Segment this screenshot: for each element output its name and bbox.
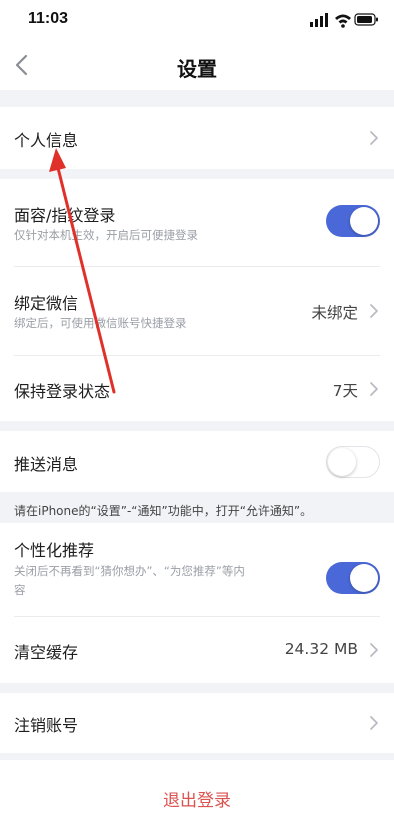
push-toggle[interactable]	[326, 446, 380, 478]
chevron-right-icon	[370, 716, 378, 730]
bind-wechat-value: 未绑定	[311, 304, 358, 322]
settings-screen: 11:03 设置 个人信息 面容/指纹登录 仅针对本机生效，开启后可便捷登录 绑…	[0, 0, 394, 815]
push-label: 推送消息	[14, 455, 79, 474]
recommend-label: 个性化推荐	[14, 541, 95, 560]
recommend-toggle[interactable]	[326, 562, 380, 594]
recommend-subtitle-line2: 容	[14, 583, 26, 597]
group-push: 推送消息	[0, 431, 394, 492]
group-personal: 个人信息	[0, 107, 394, 169]
face-login-toggle[interactable]	[326, 205, 380, 237]
signal-icon	[310, 13, 328, 27]
keep-login-value: 7天	[332, 382, 358, 400]
chevron-right-icon	[370, 382, 378, 396]
nav-bar: 设置	[0, 40, 394, 90]
page-title: 设置	[177, 57, 217, 81]
keep-login-label: 保持登录状态	[14, 382, 111, 401]
status-bar: 11:03	[0, 0, 394, 40]
row-cancel-account[interactable]: 注销账号	[0, 693, 394, 753]
cancel-account-label: 注销账号	[14, 716, 79, 735]
logout-button[interactable]: 退出登录	[0, 760, 394, 815]
group-account: 注销账号	[0, 693, 394, 753]
row-keep-login[interactable]: 保持登录状态 7天	[0, 356, 394, 421]
status-icons	[310, 13, 378, 28]
status-time: 11:03	[28, 10, 69, 27]
cache-label: 清空缓存	[14, 643, 79, 662]
face-login-subtitle: 仅针对本机生效，开启后可便捷登录	[14, 228, 198, 242]
row-push: 推送消息	[0, 431, 394, 492]
push-notice: 请在iPhone的“设置”-“通知”功能中，打开“允许通知”。	[14, 504, 313, 518]
row-personal-info[interactable]: 个人信息	[0, 107, 394, 169]
row-bind-wechat[interactable]: 绑定微信 绑定后，可使用微信账号快捷登录 未绑定	[0, 267, 394, 355]
face-login-label: 面容/指纹登录	[14, 206, 116, 225]
group-security: 面容/指纹登录 仅针对本机生效，开启后可便捷登录 绑定微信 绑定后，可使用微信账…	[0, 179, 394, 421]
battery-icon	[354, 13, 378, 26]
personal-info-label: 个人信息	[14, 131, 79, 150]
chevron-right-icon	[370, 304, 378, 318]
bind-wechat-label: 绑定微信	[14, 294, 79, 313]
cache-value: 24.32 MB	[284, 640, 358, 658]
wifi-icon	[335, 14, 351, 28]
row-face-login: 面容/指纹登录 仅针对本机生效，开启后可便捷登录	[0, 179, 394, 266]
group-misc: 个性化推荐 关闭后不再看到“猜你想办”、“为您推荐”等内 容 清空缓存 24.3…	[0, 523, 394, 683]
logout-label: 退出登录	[163, 791, 231, 811]
chevron-right-icon	[370, 131, 378, 145]
row-recommend: 个性化推荐 关闭后不再看到“猜你想办”、“为您推荐”等内 容	[0, 523, 394, 616]
chevron-right-icon	[370, 643, 378, 657]
bind-wechat-subtitle: 绑定后，可使用微信账号快捷登录	[14, 316, 187, 330]
recommend-subtitle-line1: 关闭后不再看到“猜你想办”、“为您推荐”等内	[14, 564, 245, 578]
row-clear-cache[interactable]: 清空缓存 24.32 MB	[0, 617, 394, 683]
